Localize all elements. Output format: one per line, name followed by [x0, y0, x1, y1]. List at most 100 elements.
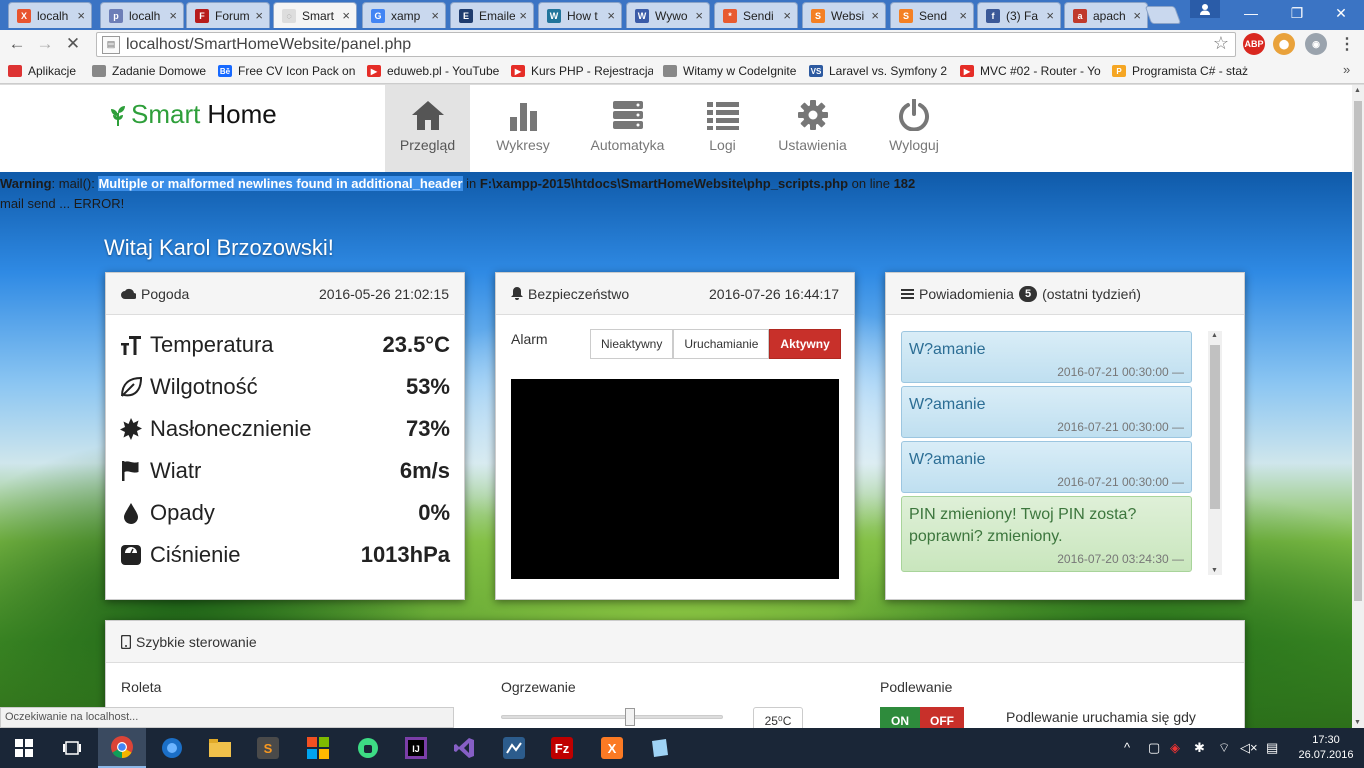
tab-close-icon[interactable]: × [1046, 8, 1054, 23]
notification-item[interactable]: W?amanie 2016-07-21 00:30:00 — [901, 441, 1192, 493]
bookmark-item[interactable]: VS Laravel vs. Symfony 2 [809, 62, 951, 80]
sublime-text-icon[interactable]: S [244, 728, 292, 768]
browser-tab[interactable]: S Websi × [802, 2, 886, 28]
tab-close-icon[interactable]: × [255, 8, 263, 23]
bookmark-item[interactable]: ▶ MVC #02 - Router - Yo [960, 62, 1102, 80]
browser-tab[interactable]: f (3) Fa × [977, 2, 1061, 28]
tab-close-icon[interactable]: × [783, 8, 791, 23]
action-center-icon[interactable]: ▤ [1266, 740, 1278, 756]
tab-close-icon[interactable]: × [871, 8, 879, 23]
new-tab-button[interactable] [1144, 6, 1182, 24]
tab-close-icon[interactable]: × [169, 8, 177, 23]
nav-settings[interactable]: Ustawienia [775, 85, 850, 172]
visual-studio-icon[interactable] [440, 728, 488, 768]
tab-close-icon[interactable]: × [1133, 8, 1141, 23]
nav-charts[interactable]: Wykresy [488, 85, 558, 172]
browser-tab[interactable]: W Wywo × [626, 2, 710, 28]
intellij-icon[interactable]: IJ [392, 728, 440, 768]
stop-loading-button[interactable]: ✕ [62, 33, 84, 55]
menu-icon[interactable]: ⋮ [1336, 33, 1358, 55]
windows-start-icon[interactable] [0, 728, 48, 768]
notification-item[interactable]: W?amanie 2016-07-21 00:30:00 — [901, 331, 1192, 383]
maximize-button[interactable]: ❐ [1274, 0, 1320, 26]
browser-tab[interactable]: Xlocalh × [8, 2, 92, 28]
bookmark-item[interactable]: Aplikacje [8, 62, 84, 80]
heating-slider[interactable] [501, 708, 723, 726]
nav-logout[interactable]: Wyloguj [883, 85, 945, 172]
browser-tab[interactable]: ◌ Smart × [273, 2, 357, 28]
tab-close-icon[interactable]: × [695, 8, 703, 23]
adblock-icon[interactable]: ABP [1243, 33, 1265, 55]
browser-tab[interactable]: W How t × [538, 2, 622, 28]
xampp-taskbar-icon[interactable]: X [588, 728, 636, 768]
scroll-up-icon[interactable]: ▲ [1354, 87, 1361, 94]
bookmark-item[interactable]: Witamy w CodeIgnite [663, 62, 799, 80]
nav-logs[interactable]: Logi [700, 85, 745, 172]
heating-temp-value: 25⁰C [753, 707, 803, 728]
notes-app-icon[interactable] [636, 728, 684, 768]
taskbar-clock[interactable]: 17:30 26.07.2016 [1296, 733, 1356, 763]
watering-off-button[interactable]: OFF [920, 707, 964, 728]
office-icon[interactable] [294, 728, 342, 768]
browser-tab[interactable]: a apach × [1064, 2, 1148, 28]
volume-icon[interactable]: ◁× [1240, 740, 1258, 756]
android-studio-icon[interactable] [344, 728, 392, 768]
bookmark-item[interactable]: ▶ eduweb.pl - YouTube [367, 62, 501, 80]
page-scrollbar[interactable]: ▲ ▼ [1352, 85, 1364, 728]
browser-tab[interactable]: F Forum × [186, 2, 270, 28]
tab-close-icon[interactable]: × [959, 8, 967, 23]
filezilla-icon[interactable]: Fz [538, 728, 586, 768]
tab-close-icon[interactable]: × [519, 8, 527, 23]
bookmark-item[interactable]: Zadanie Domowe [92, 62, 208, 80]
firefox-taskbar-icon[interactable] [148, 728, 196, 768]
chrome-taskbar-icon[interactable] [98, 728, 146, 768]
extension-basket-icon[interactable]: ⬤ [1273, 33, 1295, 55]
bookmark-item[interactable]: Bē Free CV Icon Pack on [218, 62, 358, 80]
bookmark-item[interactable]: P Programista C# - staż [1112, 62, 1262, 80]
notifications-scrollbar[interactable]: ▲ ▼ [1208, 331, 1222, 575]
profile-icon[interactable] [1190, 0, 1220, 18]
browser-tab[interactable]: * Sendi × [714, 2, 798, 28]
nav-overview[interactable]: Przegląd [385, 85, 470, 172]
alarm-active-button[interactable]: Aktywny [769, 329, 841, 359]
heating-slider-thumb[interactable] [625, 708, 635, 726]
tray-adobe-icon[interactable]: ◈ [1170, 740, 1180, 756]
site-logo[interactable]: Smart Home [109, 99, 277, 130]
scroll-down-icon[interactable]: ▼ [1354, 719, 1361, 726]
page-scrollbar-thumb[interactable] [1354, 101, 1362, 601]
minimize-button[interactable]: — [1228, 0, 1274, 26]
task-view-icon[interactable] [48, 728, 96, 768]
tray-app-icon[interactable]: ▢ [1148, 740, 1160, 756]
tray-bluetooth-icon[interactable]: ✱ [1194, 740, 1205, 756]
scroll-up-icon[interactable]: ▲ [1211, 332, 1218, 339]
scrollbar-thumb[interactable] [1210, 345, 1220, 509]
forward-button[interactable]: → [34, 33, 56, 55]
bookmark-item[interactable]: ▶ Kurs PHP - Rejestracja [511, 62, 653, 80]
tab-close-icon[interactable]: × [77, 8, 85, 23]
scroll-down-icon[interactable]: ▼ [1211, 567, 1218, 574]
alarm-inactive-button[interactable]: Nieaktywny [590, 329, 674, 359]
extension-globe-icon[interactable]: ◉ [1305, 33, 1327, 55]
address-bar[interactable]: ▤ localhost/SmartHomeWebsite/panel.php ☆ [96, 32, 1236, 57]
tab-close-icon[interactable]: × [607, 8, 615, 23]
tab-close-icon[interactable]: × [342, 8, 350, 23]
alarm-arming-button[interactable]: Uruchamianie [673, 329, 770, 359]
watering-on-button[interactable]: ON [880, 707, 920, 728]
watering-toggle[interactable]: ON OFF [880, 707, 964, 728]
show-hidden-icons[interactable]: ^ [1124, 740, 1130, 755]
tab-close-icon[interactable]: × [431, 8, 439, 23]
file-explorer-icon[interactable] [196, 728, 244, 768]
bookmark-star-icon[interactable]: ☆ [1213, 33, 1229, 54]
browser-tab[interactable]: p localh × [100, 2, 184, 28]
nav-automation[interactable]: Automatyka [585, 85, 670, 172]
browser-tab[interactable]: S Send × [890, 2, 974, 28]
bookmarks-overflow-icon[interactable]: » [1343, 62, 1350, 77]
notification-item[interactable]: W?amanie 2016-07-21 00:30:00 — [901, 386, 1192, 438]
browser-tab[interactable]: E Emaile × [450, 2, 534, 28]
notification-item[interactable]: PIN zmieniony! Twoj PIN zosta? poprawni?… [901, 496, 1192, 572]
browser-tab[interactable]: Gxamp × [362, 2, 446, 28]
close-window-button[interactable]: ✕ [1318, 0, 1364, 26]
mysql-workbench-icon[interactable] [490, 728, 538, 768]
back-button[interactable]: ← [6, 33, 28, 55]
wifi-icon[interactable]: ⌔ [1218, 740, 1230, 756]
